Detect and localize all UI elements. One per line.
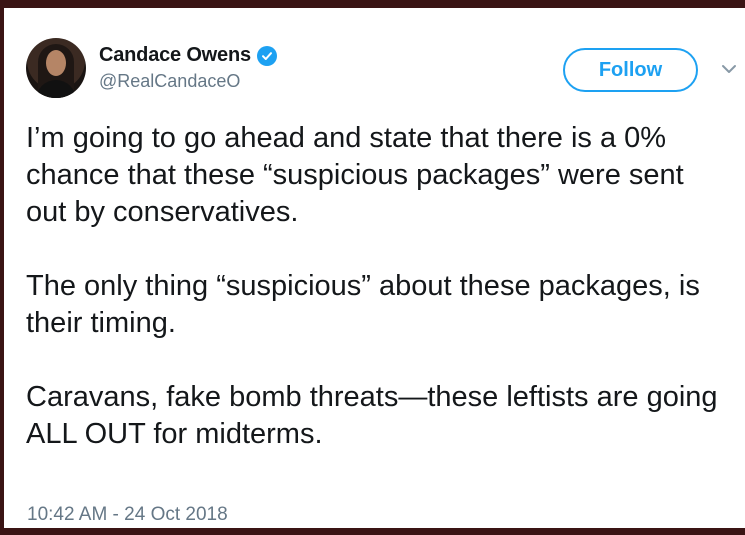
follow-button[interactable]: Follow [563, 48, 698, 92]
tweet-paragraph: Caravans, fake bomb threats—these leftis… [26, 381, 718, 450]
tweet-paragraph: I’m going to go ahead and state that the… [26, 122, 684, 228]
screenshot-frame: Candace Owens @RealCandaceO Follow I’m g… [0, 0, 745, 535]
verified-badge-icon [256, 45, 277, 66]
tweet-card: Candace Owens @RealCandaceO Follow I’m g… [4, 8, 745, 528]
tweet-text: I’m going to go ahead and state that the… [26, 120, 732, 453]
tweet-timestamp[interactable]: 10:42 AM - 24 Oct 2018 [27, 504, 228, 526]
avatar-face [46, 50, 66, 76]
tweet-paragraph: The only thing “suspicious” about these … [26, 270, 700, 339]
avatar[interactable] [26, 38, 86, 98]
author-name-row: Candace Owens [99, 44, 277, 67]
author-block: Candace Owens @RealCandaceO [99, 44, 277, 92]
author-handle[interactable]: @RealCandaceO [99, 71, 277, 92]
chevron-down-icon[interactable] [720, 60, 738, 78]
author-display-name[interactable]: Candace Owens [99, 44, 251, 67]
